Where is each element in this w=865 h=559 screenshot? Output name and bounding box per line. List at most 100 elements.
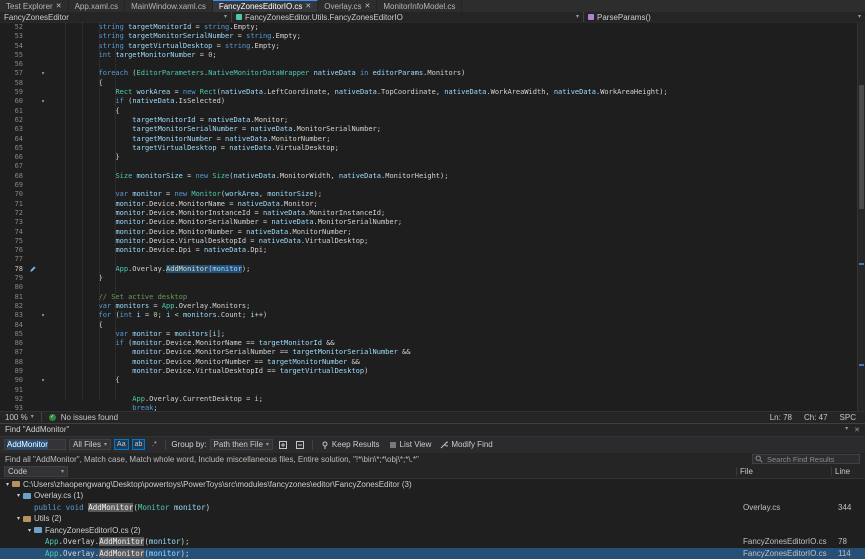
code-line[interactable]: 67 xyxy=(0,162,865,171)
code-line[interactable]: 63 targetMonitorSerialNumber = nativeDat… xyxy=(0,125,865,134)
document-tab[interactable]: FancyZonesEditorIO.cs✕ xyxy=(213,0,318,12)
code-line[interactable]: 60▾ if (nativeData.IsSelected) xyxy=(0,97,865,106)
result-row[interactable]: ▾C:\Users\zhaopengwang\Desktop\powertoys… xyxy=(0,479,865,491)
result-row[interactable]: ▾FancyZonesEditorIO.cs (2) xyxy=(0,525,865,537)
tree-expander-icon[interactable]: ▾ xyxy=(3,481,12,488)
space-mode-indicator[interactable]: SPC xyxy=(840,413,856,422)
document-tab[interactable]: MainWindow.xaml.cs xyxy=(125,0,213,12)
editor-scrollbar[interactable] xyxy=(857,23,865,411)
tree-expander-icon[interactable]: ▾ xyxy=(14,492,23,499)
code-line[interactable]: 83▾ for (int i = 0; i < monitors.Count; … xyxy=(0,311,865,320)
fold-chevron-icon[interactable]: ▾ xyxy=(38,311,48,320)
fold-chevron-icon[interactable]: ▾ xyxy=(38,69,48,78)
code-line[interactable]: 80 xyxy=(0,283,865,292)
member-dropdown[interactable]: ParseParams() ▾ xyxy=(584,12,865,22)
document-tab[interactable]: App.xaml.cs xyxy=(69,0,126,12)
code-token: string xyxy=(246,32,271,40)
code-line[interactable]: 57▾ foreach (EditorParameters.NativeMoni… xyxy=(0,69,865,78)
close-icon[interactable]: ✕ xyxy=(56,3,62,10)
code-line[interactable]: 81 // Set active desktop xyxy=(0,293,865,302)
document-tab[interactable]: MonitorInfoModel.cs xyxy=(377,0,462,12)
list-view-toggle[interactable]: List View xyxy=(386,439,435,451)
code-line[interactable]: 93 break; xyxy=(0,404,865,410)
code-line[interactable]: 71 monitor.Device.MonitorName = nativeDa… xyxy=(0,200,865,209)
scope-dropdown[interactable]: All Files ▾ xyxy=(69,439,111,450)
scrollbar-thumb[interactable] xyxy=(859,85,864,209)
code-editor[interactable]: 52 string targetMonitorId = string.Empty… xyxy=(0,23,865,411)
group-by-dropdown[interactable]: Path then File ▾ xyxy=(210,439,273,450)
modify-find-button[interactable]: Modify Find xyxy=(437,439,495,451)
code-line[interactable]: 84 { xyxy=(0,321,865,330)
result-row[interactable]: ▾Overlay.cs (1) xyxy=(0,490,865,502)
health-check-icon[interactable]: ✓ xyxy=(49,414,56,421)
code-line[interactable]: 55 int targetMonitorNumber = 0; xyxy=(0,51,865,60)
zoom-selector[interactable]: 100 % ▾ xyxy=(5,413,34,422)
column-header-line[interactable]: Line xyxy=(831,467,861,476)
window-menu-icon[interactable]: ▾ xyxy=(845,426,848,434)
code-line[interactable]: 76 monitor.Device.Dpi = nativeData.Dpi; xyxy=(0,246,865,255)
code-line[interactable]: 87 monitor.Device.MonitorSerialNumber ==… xyxy=(0,348,865,357)
whole-word-toggle[interactable]: ab xyxy=(132,439,146,450)
code-line[interactable]: 58 { xyxy=(0,79,865,88)
tree-expander-icon[interactable]: ▾ xyxy=(25,527,34,534)
issues-status[interactable]: No issues found xyxy=(61,413,118,422)
project-dropdown[interactable]: FancyZonesEditor ▾ xyxy=(0,12,232,22)
code-line[interactable]: 54 string targetVirtualDesktop = string.… xyxy=(0,42,865,51)
match-case-toggle[interactable]: Aa xyxy=(114,439,129,450)
code-line[interactable]: 70 var monitor = new Monitor(workArea, m… xyxy=(0,190,865,199)
line-number: 86 xyxy=(0,339,26,348)
collapse-all-button[interactable] xyxy=(293,439,307,450)
find-panel-title-bar[interactable]: Find "AddMonitor" ▾ ✕ xyxy=(0,424,865,437)
result-kind-dropdown[interactable]: Code ▾ xyxy=(4,466,68,477)
code-token xyxy=(48,395,132,403)
fold-chevron-icon[interactable]: ▾ xyxy=(38,376,48,385)
code-line[interactable]: 78 App.Overlay.AddMonitor(monitor); xyxy=(0,265,865,274)
code-line[interactable]: 85 var monitor = monitors[i]; xyxy=(0,330,865,339)
result-row[interactable]: ▾Utils (2) xyxy=(0,513,865,525)
expand-all-button[interactable] xyxy=(276,439,290,450)
code-line[interactable]: 79 } xyxy=(0,274,865,283)
code-line[interactable]: 86 if (monitor.Device.MonitorName == tar… xyxy=(0,339,865,348)
find-query-input[interactable]: AddMonitor xyxy=(4,439,66,450)
close-icon[interactable]: ✕ xyxy=(365,3,371,10)
tree-expander-icon[interactable]: ▾ xyxy=(14,515,23,522)
results-search-box[interactable] xyxy=(752,454,860,464)
code-line[interactable]: 62 targetMonitorId = nativeData.Monitor; xyxy=(0,116,865,125)
result-row[interactable]: public void AddMonitor(Monitor monitor)O… xyxy=(0,502,865,514)
result-row[interactable]: App.Overlay.AddMonitor(monitor);FancyZon… xyxy=(0,548,865,559)
code-line[interactable]: 56 xyxy=(0,60,865,69)
code-line[interactable]: 69 xyxy=(0,181,865,190)
code-line[interactable]: 61 { xyxy=(0,107,865,116)
code-line[interactable]: 90▾ { xyxy=(0,376,865,385)
code-line[interactable]: 82 var monitors = App.Overlay.Monitors; xyxy=(0,302,865,311)
code-line[interactable]: 66 } xyxy=(0,153,865,162)
code-line[interactable]: 68 Size monitorSize = new Size(nativeDat… xyxy=(0,172,865,181)
results-search-input[interactable] xyxy=(765,454,857,465)
code-line[interactable]: 77 xyxy=(0,255,865,264)
code-line[interactable]: 89 monitor.Device.VirtualDesktopId == ta… xyxy=(0,367,865,376)
column-header-file[interactable]: File xyxy=(736,467,831,476)
code-line[interactable]: 73 monitor.Device.MonitorSerialNumber = … xyxy=(0,218,865,227)
line-number: 72 xyxy=(0,209,26,218)
code-line[interactable]: 74 monitor.Device.MonitorNumber = native… xyxy=(0,228,865,237)
keep-results-toggle[interactable]: Keep Results xyxy=(318,439,383,451)
document-tab[interactable]: Test Explorer✕ xyxy=(0,0,69,12)
code-line[interactable]: 88 monitor.Device.MonitorNumber == targe… xyxy=(0,358,865,367)
code-line[interactable]: 72 monitor.Device.MonitorInstanceId = na… xyxy=(0,209,865,218)
code-line[interactable]: 52 string targetMonitorId = string.Empty… xyxy=(0,23,865,32)
code-line[interactable]: 75 monitor.Device.VirtualDesktopId = nat… xyxy=(0,237,865,246)
type-dropdown[interactable]: FancyZonesEditor.Utils.FancyZonesEditorI… xyxy=(232,12,584,22)
regex-toggle[interactable]: .* xyxy=(148,439,160,450)
code-line[interactable]: 65 targetVirtualDesktop = nativeData.Vir… xyxy=(0,144,865,153)
line-number: 73 xyxy=(0,218,26,227)
document-tab[interactable]: Overlay.cs✕ xyxy=(318,0,377,12)
close-icon[interactable]: ✕ xyxy=(854,426,860,434)
fold-chevron-icon[interactable]: ▾ xyxy=(38,97,48,106)
code-line[interactable]: 64 targetMonitorNumber = nativeData.Moni… xyxy=(0,135,865,144)
result-row[interactable]: App.Overlay.AddMonitor(monitor);FancyZon… xyxy=(0,536,865,548)
code-line[interactable]: 53 string targetMonitorSerialNumber = st… xyxy=(0,32,865,41)
code-line[interactable]: 92 App.Overlay.CurrentDesktop = i; xyxy=(0,395,865,404)
code-line[interactable]: 91 xyxy=(0,386,865,395)
code-line[interactable]: 59 Rect workArea = new Rect(nativeData.L… xyxy=(0,88,865,97)
close-icon[interactable]: ✕ xyxy=(305,3,311,10)
